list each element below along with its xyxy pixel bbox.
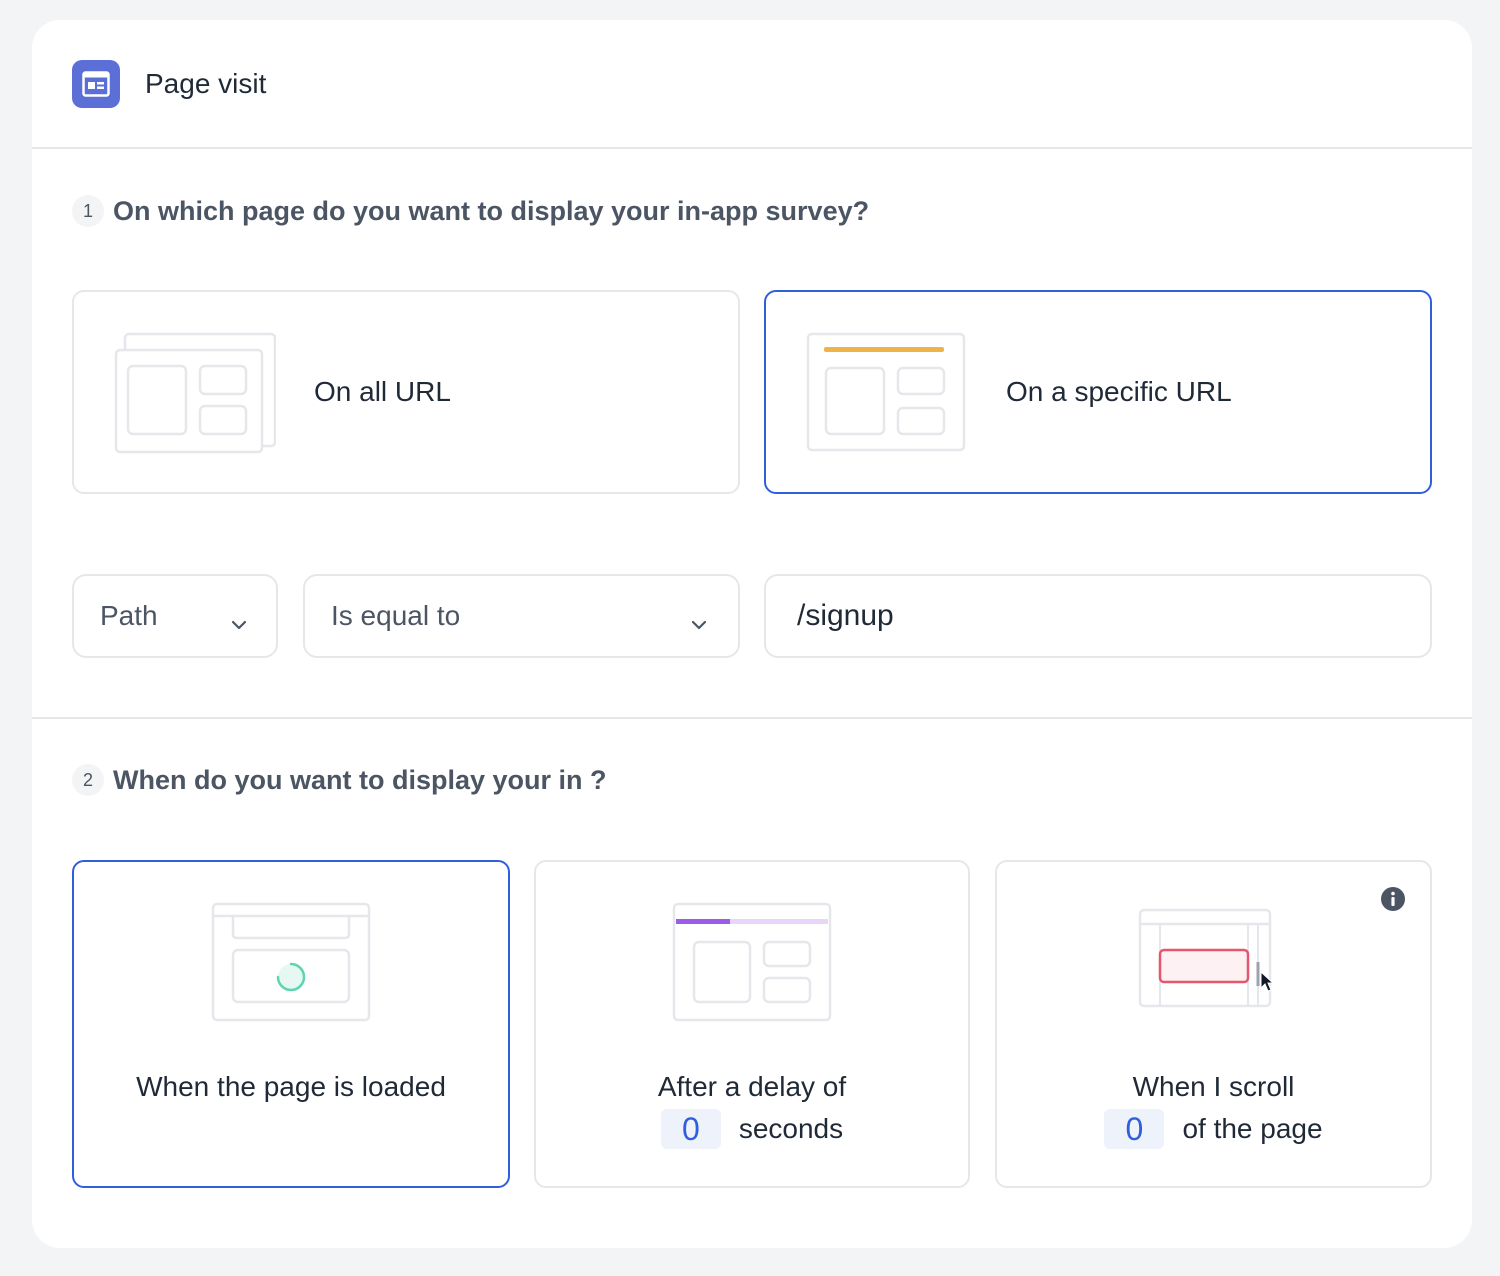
option-scroll[interactable]: When I scroll 0 of the page <box>995 860 1432 1188</box>
delay-input-row: 0 seconds <box>536 1108 968 1150</box>
scroll-label-after: of the page <box>1182 1113 1323 1144</box>
question-text: When do you want to display your in ? <box>113 764 607 795</box>
option-specific-url[interactable]: On a specific URL <box>764 290 1432 494</box>
path-select[interactable]: Path <box>72 574 278 658</box>
path-select-value: Path <box>100 600 158 631</box>
scroll-amount-input[interactable]: 0 <box>1104 1109 1165 1149</box>
chevron-down-icon <box>690 606 708 638</box>
page-visit-card: Page visit 1 On which page do you want t… <box>32 20 1472 1248</box>
question-1: 1 On which page do you want to display y… <box>72 195 869 227</box>
timing-section: 2 When do you want to display your in ? … <box>32 721 1472 1248</box>
step-badge: 2 <box>72 764 104 796</box>
delay-progress-icon <box>672 902 832 1027</box>
scroll-input-row: 0 of the page <box>997 1108 1430 1150</box>
operator-select[interactable]: Is equal to <box>303 574 740 658</box>
page-loading-icon <box>211 902 371 1027</box>
question-text: On which page do you want to display you… <box>113 195 870 226</box>
delay-seconds-input[interactable]: 0 <box>660 1109 721 1149</box>
page-title: Page visit <box>145 67 267 99</box>
step-badge: 1 <box>72 195 104 227</box>
card-header: Page visit <box>32 20 1472 149</box>
url-input-value: /signup <box>797 599 894 632</box>
scroll-label-before: When I scroll <box>1132 1071 1295 1102</box>
option-label: When I scroll 0 of the page <box>997 1066 1430 1150</box>
option-label: After a delay of 0 seconds <box>536 1066 968 1150</box>
delay-label-after: seconds <box>738 1113 844 1144</box>
stacked-windows-icon <box>114 332 277 461</box>
page-selection-section: 1 On which page do you want to display y… <box>32 151 1472 719</box>
delay-label-before: After a delay of <box>657 1071 847 1102</box>
highlighted-window-icon <box>806 332 968 461</box>
option-page-loaded[interactable]: When the page is loaded <box>72 860 510 1188</box>
question-2: 2 When do you want to display your in ? <box>72 764 607 796</box>
option-label: On a specific URL <box>1006 376 1232 407</box>
browser-window-icon <box>72 59 120 108</box>
option-label: When the page is loaded <box>136 1071 446 1102</box>
url-input[interactable]: /signup <box>764 574 1432 658</box>
chevron-down-icon <box>230 606 248 638</box>
option-delay[interactable]: After a delay of 0 seconds <box>534 860 970 1188</box>
option-label: On all URL <box>314 376 451 407</box>
option-all-url[interactable]: On all URL <box>72 290 740 494</box>
info-icon[interactable] <box>1380 886 1406 917</box>
scroll-cursor-icon <box>1134 902 1294 1027</box>
operator-select-value: Is equal to <box>331 600 461 631</box>
